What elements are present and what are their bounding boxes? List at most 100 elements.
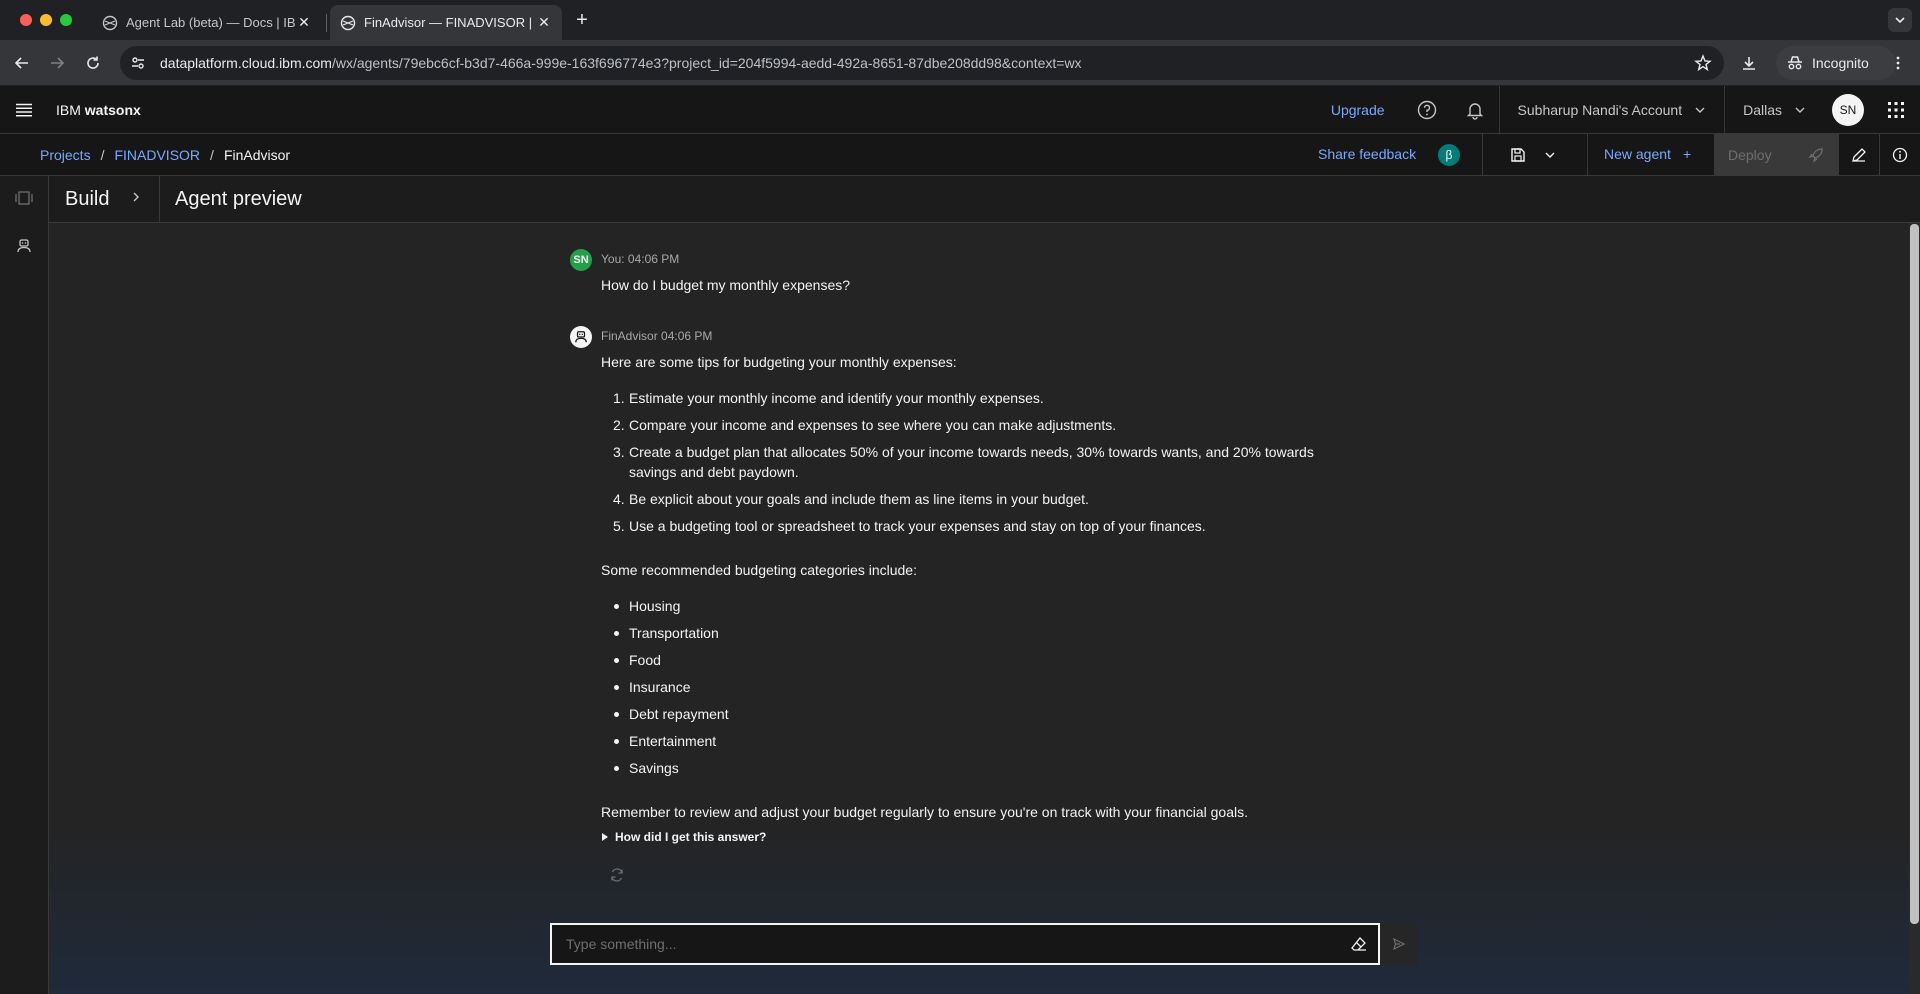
agent-message-meta: FinAdvisor 04:06 PM [601, 329, 713, 343]
tip-number: 5. [613, 518, 625, 534]
tip-number: 2. [613, 417, 625, 433]
beta-badge: β [1438, 144, 1460, 166]
how-did-i-get-this-answer-toggle[interactable]: How did I get this answer? [601, 830, 766, 844]
window-minimize-button[interactable] [40, 14, 52, 26]
window-close-button[interactable] [20, 14, 32, 26]
browser-toolbar: dataplatform.cloud.ibm.com/wx/agents/79e… [0, 40, 1920, 86]
tip-list-item: 1. Estimate your monthly income and ident… [601, 388, 1361, 408]
tab-close-icon[interactable]: ✕ [536, 14, 552, 31]
caret-right-icon [602, 833, 608, 841]
back-arrow-icon [14, 57, 28, 69]
breadcrumb-current: FinAdvisor [223, 147, 291, 163]
agent-message-avatar [570, 326, 592, 348]
chevron-down-icon [1795, 107, 1805, 113]
scrollbar-thumb[interactable] [1910, 224, 1919, 924]
share-feedback-link[interactable]: Share feedback [1318, 146, 1416, 162]
category-text: Food [629, 652, 661, 668]
ibm-favicon-icon [102, 15, 118, 30]
browser-tab-docs[interactable]: Agent Lab (beta) — Docs | IBM ✕ [92, 5, 322, 40]
ibm-favicon-icon [340, 15, 356, 30]
app-switcher-button[interactable] [1872, 86, 1920, 134]
hamburger-menu-button[interactable] [0, 86, 48, 134]
header-actions: Upgrade Subharup Nandi's Account Dallas … [1313, 86, 1920, 134]
deploy-label: Deploy [1728, 147, 1772, 163]
notifications-button[interactable] [1451, 86, 1499, 134]
browser-menu-button[interactable] [1886, 51, 1910, 75]
reload-button[interactable] [81, 51, 105, 75]
product-brand[interactable]: IBM watsonx [56, 102, 141, 118]
tip-list-item: 3. Create a budget plan that allocates 50… [601, 442, 1361, 482]
save-menu-button[interactable] [1510, 134, 1556, 176]
build-toggle[interactable]: Build [65, 188, 109, 211]
breadcrumb-bar: Projects / FINADVISOR / FinAdvisor Share… [0, 134, 1920, 176]
tip-number: 4. [613, 491, 625, 507]
tip-text: Be explicit about your goals and include… [629, 491, 1089, 507]
tip-number: 1. [613, 390, 625, 406]
edit-button[interactable] [1838, 134, 1878, 176]
chevron-right-icon[interactable] [129, 190, 143, 204]
upgrade-link[interactable]: Upgrade [1313, 102, 1403, 118]
download-button[interactable] [1737, 51, 1761, 75]
info-button[interactable] [1879, 134, 1919, 176]
browser-tab-finadvisor[interactable]: FinAdvisor — FINADVISOR | IBM ✕ [330, 5, 562, 40]
tip-list-item: 5. Use a budgeting tool or spreadsheet to… [601, 516, 1361, 536]
incognito-badge[interactable]: Incognito [1776, 46, 1896, 80]
hamburger-menu-icon [16, 103, 32, 116]
new-tab-button[interactable]: + [570, 8, 594, 32]
category-text: Savings [629, 760, 679, 776]
tab-search-button[interactable] [1888, 8, 1912, 32]
category-list-item: Savings [601, 758, 1361, 778]
tip-text: Create a budget plan that allocates 50% … [629, 444, 1314, 480]
eraser-icon[interactable] [1350, 935, 1368, 953]
rail-build-button[interactable] [8, 182, 40, 214]
download-icon [1743, 57, 1755, 70]
account-label: Subharup Nandi's Account [1517, 102, 1683, 118]
build-panel-icon [15, 191, 33, 205]
pencil-icon [1851, 148, 1866, 162]
chat-input[interactable] [566, 934, 1326, 954]
plus-icon: + [1682, 146, 1692, 162]
account-switcher[interactable]: Subharup Nandi's Account [1498, 86, 1725, 134]
tab-close-icon[interactable]: ✕ [296, 14, 312, 31]
rail-agent-button[interactable] [8, 230, 40, 262]
tab-title: FinAdvisor — FINADVISOR | IBM [364, 15, 536, 30]
user-message-avatar: SN [570, 249, 592, 271]
star-icon[interactable] [1694, 54, 1712, 72]
regenerate-icon[interactable] [609, 867, 625, 883]
send-button[interactable] [1380, 923, 1418, 965]
breadcrumb: Projects / FINADVISOR / FinAdvisor [40, 147, 290, 163]
tip-number: 3. [613, 444, 625, 460]
chevron-down-icon [1545, 152, 1555, 158]
url-text: dataplatform.cloud.ibm.com/wx/agents/79e… [160, 55, 1082, 71]
back-button[interactable] [10, 51, 34, 75]
site-info-icon [132, 57, 144, 69]
more-vertical-icon [1896, 56, 1900, 70]
category-list-item: Insurance [601, 677, 1361, 697]
brand-prefix: IBM [56, 101, 81, 118]
category-list-item: Housing [601, 596, 1361, 616]
forward-button[interactable] [45, 51, 69, 75]
brand-name: watsonx [84, 101, 141, 118]
region-switcher[interactable]: Dallas [1724, 86, 1824, 134]
incognito-label: Incognito [1812, 55, 1869, 71]
window-zoom-button[interactable] [60, 14, 72, 26]
ibm-header: IBM watsonx Upgrade Subharup Nandi's Acc… [0, 86, 1920, 134]
info-icon [1892, 147, 1907, 163]
new-agent-label: New agent [1604, 146, 1671, 162]
address-bar[interactable]: dataplatform.cloud.ibm.com/wx/agents/79e… [120, 46, 1724, 80]
deploy-button[interactable]: Deploy [1714, 134, 1838, 176]
bullet-icon [614, 604, 619, 609]
breadcrumb-projects[interactable]: Projects [40, 147, 91, 163]
new-agent-button[interactable]: New agent + [1604, 146, 1691, 162]
left-rail [0, 176, 49, 994]
divider [1587, 134, 1588, 176]
bullet-icon [614, 739, 619, 744]
agent-message-intro: Here are some tips for budgeting your mo… [601, 354, 957, 370]
category-text: Transportation [629, 625, 719, 641]
user-message-meta: You: 04:06 PM [601, 252, 680, 266]
help-button[interactable] [1403, 86, 1451, 134]
user-avatar[interactable]: SN [1832, 94, 1864, 126]
bullet-icon [614, 685, 619, 690]
agent-message-closing: Remember to review and adjust your budge… [601, 804, 1249, 820]
breadcrumb-project[interactable]: FINADVISOR [114, 147, 200, 163]
